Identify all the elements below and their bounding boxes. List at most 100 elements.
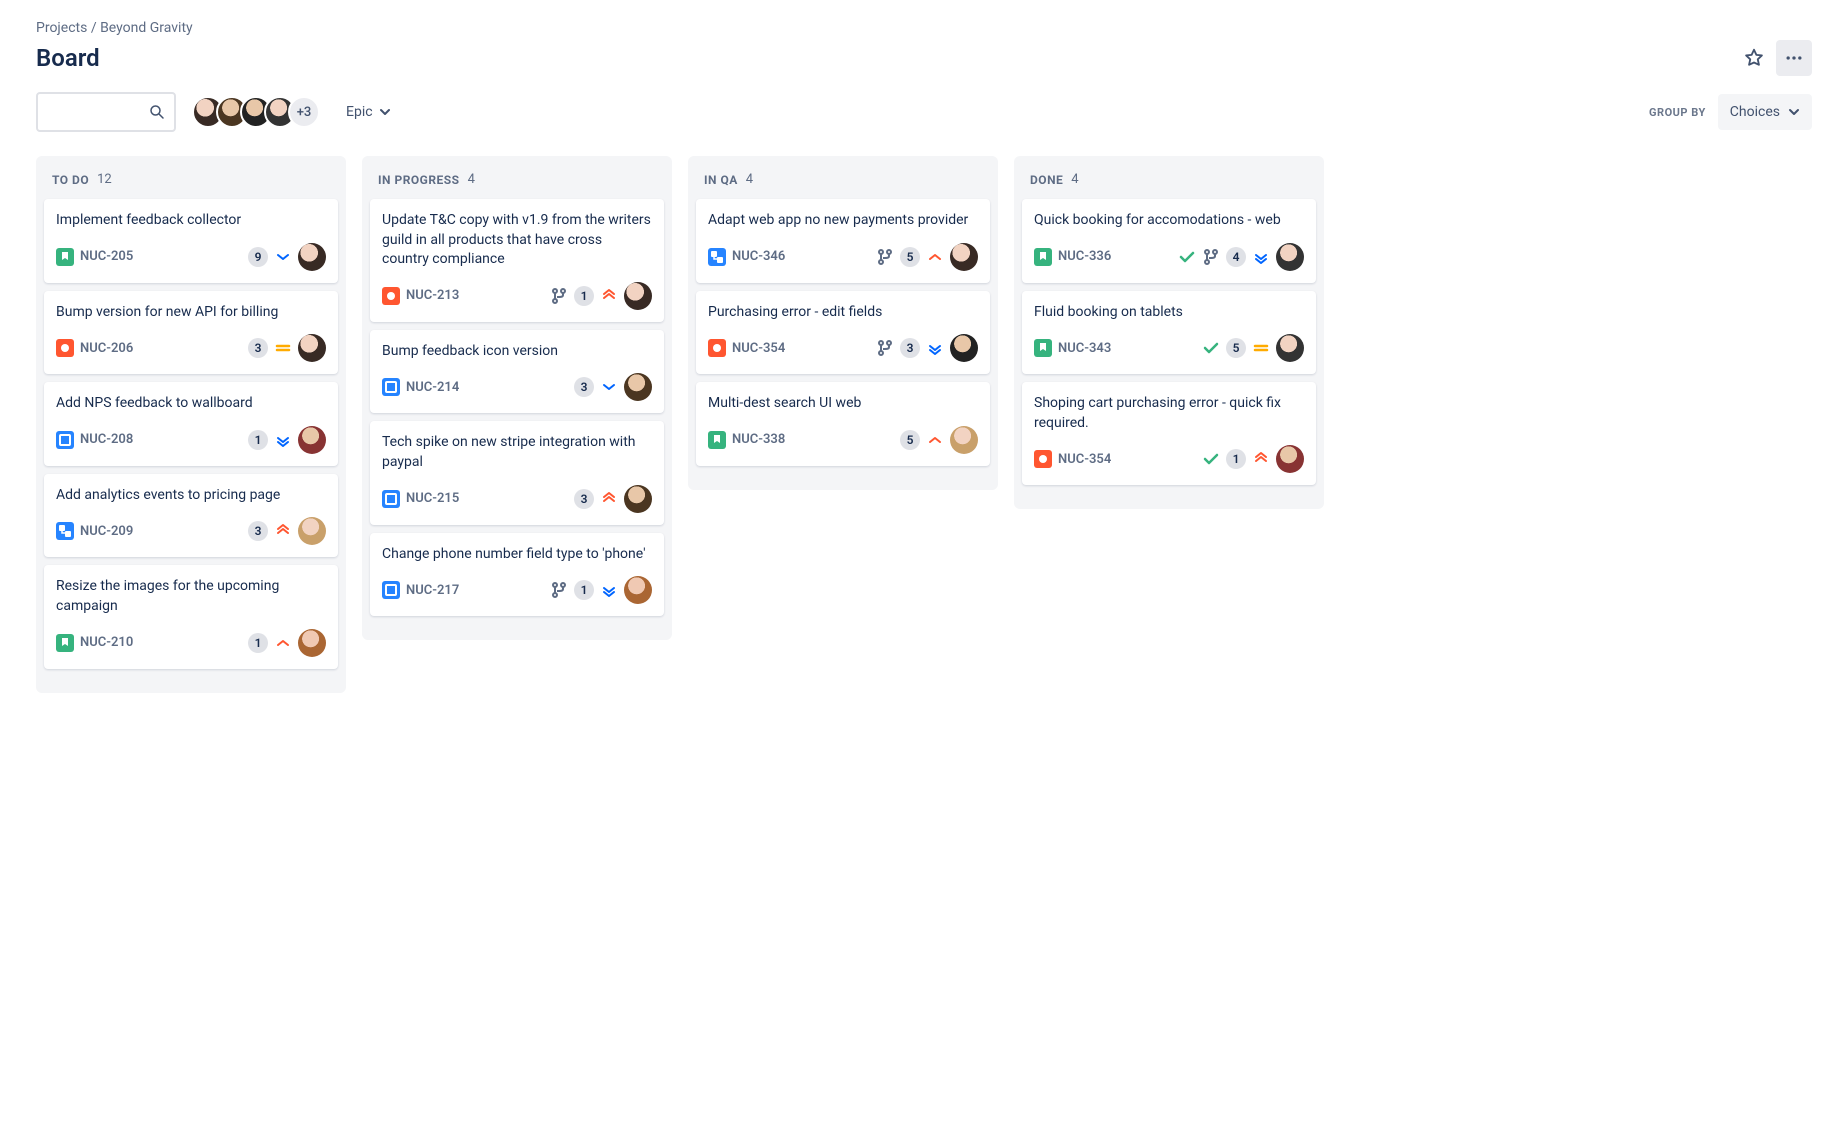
breadcrumb-project[interactable]: Beyond Gravity <box>100 20 193 36</box>
assignee-avatar[interactable] <box>950 334 978 362</box>
story-points-badge: 1 <box>574 286 594 306</box>
assignee-avatar[interactable] <box>1276 334 1304 362</box>
story-points-badge: 3 <box>248 338 268 358</box>
issue-key: NUC-214 <box>406 380 459 395</box>
card[interactable]: Add analytics events to pricing page NUC… <box>44 474 338 558</box>
issue-key: NUC-205 <box>80 249 133 264</box>
priority-highest-icon <box>274 522 292 540</box>
breadcrumb: Projects / Beyond Gravity <box>36 20 1812 36</box>
story-points-badge: 4 <box>1226 247 1246 267</box>
card[interactable]: Tech spike on new stripe integration wit… <box>370 421 664 524</box>
column-header: IN PROGRESS4 <box>370 168 664 199</box>
issue-key: NUC-210 <box>80 635 133 650</box>
issue-type-subtask-icon <box>56 522 74 540</box>
card[interactable]: Multi-dest search UI web NUC-338 5 <box>696 382 990 466</box>
story-points-badge: 1 <box>248 430 268 450</box>
card[interactable]: Change phone number field type to 'phone… <box>370 533 664 617</box>
assignee-avatar[interactable] <box>624 373 652 401</box>
card[interactable]: Bump feedback icon version NUC-214 3 <box>370 330 664 414</box>
issue-type-bug-icon <box>56 339 74 357</box>
card[interactable]: Add NPS feedback to wallboard NUC-208 1 <box>44 382 338 466</box>
issue-type-task-icon <box>382 490 400 508</box>
check-icon <box>1178 248 1196 266</box>
card[interactable]: Adapt web app no new payments provider N… <box>696 199 990 283</box>
column-title: TO DO <box>52 173 89 187</box>
issue-key: NUC-213 <box>406 288 459 303</box>
assignee-avatar[interactable] <box>298 629 326 657</box>
card-title: Adapt web app no new payments provider <box>708 211 978 231</box>
avatar-stack[interactable]: +3 <box>192 96 320 128</box>
card[interactable]: Implement feedback collector NUC-205 9 <box>44 199 338 283</box>
card-title: Bump feedback icon version <box>382 342 652 362</box>
priority-highest-icon <box>1252 450 1270 468</box>
issue-type-bug-icon <box>382 287 400 305</box>
priority-low-icon <box>274 248 292 266</box>
story-points-badge: 3 <box>900 338 920 358</box>
priority-lowest-icon <box>274 431 292 449</box>
card-title: Resize the images for the upcoming campa… <box>56 577 326 616</box>
story-points-badge: 3 <box>574 377 594 397</box>
assignee-avatar[interactable] <box>950 426 978 454</box>
issue-key: NUC-354 <box>732 341 785 356</box>
assignee-avatar[interactable] <box>624 576 652 604</box>
assignee-avatar[interactable] <box>624 485 652 513</box>
star-button[interactable] <box>1736 40 1772 76</box>
chevron-down-icon <box>379 106 391 118</box>
column-count: 4 <box>468 172 475 187</box>
breadcrumb-root[interactable]: Projects <box>36 20 87 36</box>
group-by-select[interactable]: Choices <box>1718 94 1812 130</box>
board-column: IN QA4 Adapt web app no new payments pro… <box>688 156 998 490</box>
board-column: DONE4 Quick booking for accomodations - … <box>1014 156 1324 509</box>
card[interactable]: Purchasing error - edit fields NUC-354 3 <box>696 291 990 375</box>
chevron-down-icon <box>1788 106 1800 118</box>
issue-type-story-icon <box>1034 339 1052 357</box>
issue-type-task-icon <box>382 581 400 599</box>
issue-key: NUC-346 <box>732 249 785 264</box>
priority-high-icon <box>926 248 944 266</box>
card[interactable]: Update T&C copy with v1.9 from the write… <box>370 199 664 322</box>
search-icon <box>148 103 166 121</box>
issue-type-story-icon <box>56 634 74 652</box>
card[interactable]: Fluid booking on tablets NUC-343 5 <box>1022 291 1316 375</box>
assignee-avatar[interactable] <box>298 243 326 271</box>
card-title: Quick booking for accomodations - web <box>1034 211 1304 231</box>
board: TO DO 12 Implement feedback collector NUC… <box>36 156 1812 693</box>
priority-lowest-icon <box>926 339 944 357</box>
card-title: Change phone number field type to 'phone… <box>382 545 652 565</box>
check-icon <box>1202 450 1220 468</box>
issue-type-task-icon <box>382 378 400 396</box>
story-points-badge: 3 <box>248 521 268 541</box>
group-by-value: Choices <box>1730 104 1780 120</box>
avatar-more[interactable]: +3 <box>288 96 320 128</box>
group-by-label: GROUP BY <box>1649 106 1706 119</box>
assignee-avatar[interactable] <box>950 243 978 271</box>
priority-high-icon <box>274 634 292 652</box>
column-header: TO DO 12 <box>44 168 338 199</box>
issue-key: NUC-338 <box>732 432 785 447</box>
issue-type-subtask-icon <box>708 248 726 266</box>
story-points-badge: 9 <box>248 247 268 267</box>
card[interactable]: Bump version for new API for billing NUC… <box>44 291 338 375</box>
card[interactable]: Shoping cart purchasing error - quick fi… <box>1022 382 1316 485</box>
assignee-avatar[interactable] <box>624 282 652 310</box>
priority-high-icon <box>926 431 944 449</box>
assignee-avatar[interactable] <box>1276 445 1304 473</box>
assignee-avatar[interactable] <box>298 426 326 454</box>
card[interactable]: Quick booking for accomodations - web NU… <box>1022 199 1316 283</box>
column-count: 12 <box>97 172 112 187</box>
more-button[interactable] <box>1776 40 1812 76</box>
branch-icon <box>550 287 568 305</box>
assignee-avatar[interactable] <box>298 517 326 545</box>
card[interactable]: Resize the images for the upcoming campa… <box>44 565 338 668</box>
issue-type-story-icon <box>56 248 74 266</box>
issue-key: NUC-209 <box>80 524 133 539</box>
card-title: Multi-dest search UI web <box>708 394 978 414</box>
story-points-badge: 5 <box>1226 338 1246 358</box>
search-input[interactable] <box>36 92 176 132</box>
issue-key: NUC-354 <box>1058 452 1111 467</box>
assignee-avatar[interactable] <box>298 334 326 362</box>
priority-highest-icon <box>600 490 618 508</box>
assignee-avatar[interactable] <box>1276 243 1304 271</box>
epic-filter[interactable]: Epic <box>336 94 401 130</box>
epic-filter-label: Epic <box>346 104 373 120</box>
